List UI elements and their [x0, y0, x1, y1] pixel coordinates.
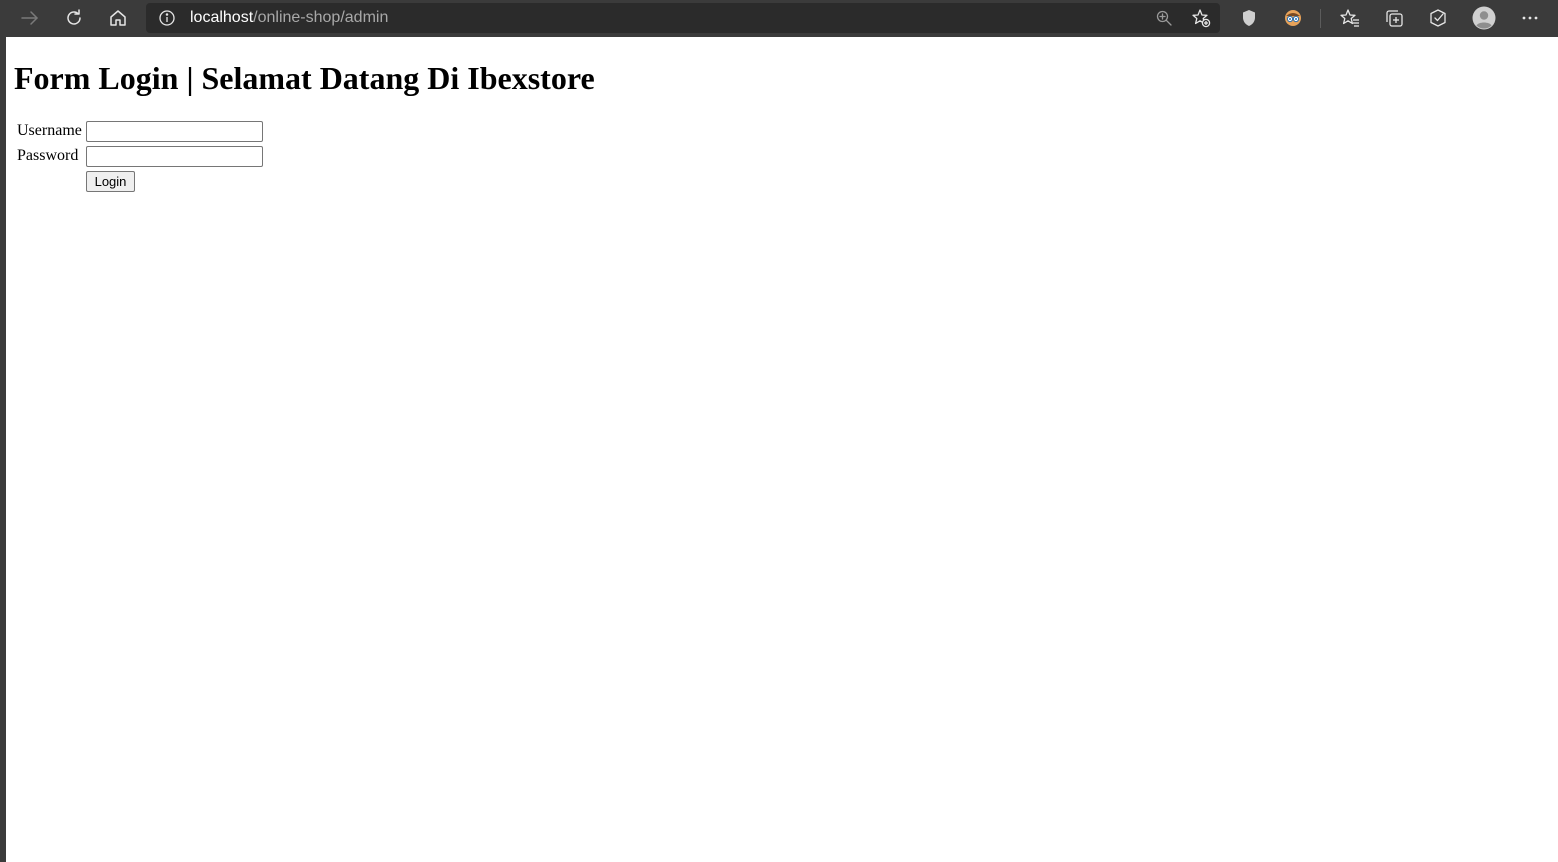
add-favorite-icon[interactable]: [1191, 8, 1211, 28]
reload-button[interactable]: [59, 4, 89, 32]
browser-toolbar: localhost/online-shop/admin: [0, 0, 1558, 37]
favorites-icon: [1340, 8, 1360, 28]
more-menu-icon: [1521, 15, 1539, 21]
url-path: /online-shop/admin: [253, 9, 389, 26]
tracking-prevention-button[interactable]: [1234, 4, 1264, 32]
collections-button[interactable]: [1379, 4, 1409, 32]
toolbar-divider: [1320, 9, 1321, 28]
settings-menu-button[interactable]: [1515, 4, 1545, 32]
url-text[interactable]: localhost/online-shop/admin: [190, 9, 388, 27]
page-viewport: Form Login | Selamat Datang Di Ibexstore…: [0, 37, 1558, 862]
home-button[interactable]: [103, 4, 133, 32]
profile-button[interactable]: [1469, 4, 1499, 32]
extension-icon: [1283, 8, 1303, 28]
performance-icon: [1428, 8, 1448, 28]
zoom-icon[interactable]: [1154, 8, 1174, 28]
profile-avatar-icon: [1472, 6, 1496, 30]
address-bar[interactable]: localhost/online-shop/admin: [146, 3, 1220, 33]
window-left-border: [0, 37, 6, 862]
collections-icon: [1384, 8, 1404, 28]
username-label: Username: [17, 122, 82, 139]
info-icon[interactable]: [158, 9, 176, 27]
username-input[interactable]: [86, 121, 263, 142]
reload-icon: [64, 8, 84, 28]
forward-button[interactable]: [15, 4, 45, 32]
home-icon: [108, 8, 128, 28]
login-button[interactable]: Login: [86, 171, 135, 192]
url-host: localhost: [190, 9, 254, 26]
favorites-button[interactable]: [1335, 4, 1365, 32]
password-input[interactable]: [86, 146, 263, 167]
password-label: Password: [17, 147, 79, 164]
extension-button[interactable]: [1278, 4, 1308, 32]
page-title: Form Login | Selamat Datang Di Ibexstore: [14, 60, 595, 96]
arrow-right-icon: [20, 8, 40, 28]
performance-button[interactable]: [1423, 4, 1453, 32]
shield-icon: [1241, 9, 1257, 27]
